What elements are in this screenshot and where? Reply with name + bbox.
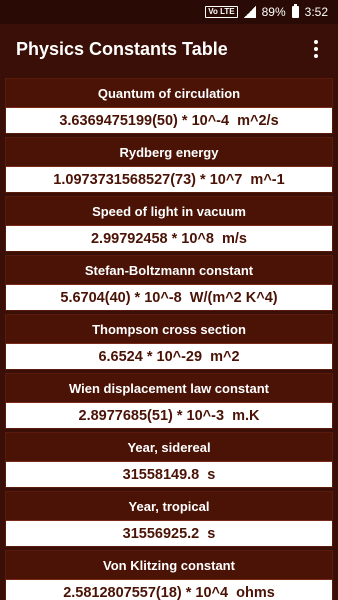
status-bar: Vo LTE 89% 3:52 — [0, 0, 338, 24]
battery-icon — [291, 4, 299, 18]
constant-name: Speed of light in vacuum — [6, 197, 332, 226]
constant-value: 31558149.8 s — [6, 462, 332, 487]
constant-card[interactable]: Quantum of circulation 3.6369475199(50) … — [5, 78, 333, 134]
battery-percent: 89% — [261, 5, 286, 19]
constant-card[interactable]: Wien displacement law constant 2.8977685… — [5, 373, 333, 429]
constant-card[interactable]: Stefan-Boltzmann constant 5.6704(40) * 1… — [5, 255, 333, 311]
constant-value: 2.8977685(51) * 10^-3 m.K — [6, 403, 332, 428]
constant-value: 31556925.2 s — [6, 521, 332, 546]
constant-name: Von Klitzing constant — [6, 551, 332, 580]
constant-card[interactable]: Year, sidereal 31558149.8 s — [5, 432, 333, 488]
constant-name: Rydberg energy — [6, 138, 332, 167]
constant-card[interactable]: Von Klitzing constant 2.5812807557(18) *… — [5, 550, 333, 600]
constant-name: Stefan-Boltzmann constant — [6, 256, 332, 285]
constant-name: Quantum of circulation — [6, 79, 332, 108]
constant-value: 5.6704(40) * 10^-8 W/(m^2 K^4) — [6, 285, 332, 310]
volte-badge: Vo LTE — [205, 6, 238, 18]
constant-card[interactable]: Rydberg energy 1.0973731568527(73) * 10^… — [5, 137, 333, 193]
constant-name: Thompson cross section — [6, 315, 332, 344]
constant-card[interactable]: Thompson cross section 6.6524 * 10^-29 m… — [5, 314, 333, 370]
signal-icon — [243, 6, 256, 18]
constant-name: Year, sidereal — [6, 433, 332, 462]
constant-value: 2.5812807557(18) * 10^4 ohms — [6, 580, 332, 600]
constant-value: 2.99792458 * 10^8 m/s — [6, 226, 332, 251]
constant-card[interactable]: Year, tropical 31556925.2 s — [5, 491, 333, 547]
app-bar: Physics Constants Table — [0, 24, 338, 74]
constant-name: Wien displacement law constant — [6, 374, 332, 403]
overflow-menu-icon[interactable] — [306, 37, 326, 61]
constants-list[interactable]: Quantum of circulation 3.6369475199(50) … — [0, 74, 338, 600]
constant-value: 6.6524 * 10^-29 m^2 — [6, 344, 332, 369]
app-title: Physics Constants Table — [16, 38, 228, 59]
constant-value: 1.0973731568527(73) * 10^7 m^-1 — [6, 167, 332, 192]
constant-name: Year, tropical — [6, 492, 332, 521]
constant-value: 3.6369475199(50) * 10^-4 m^2/s — [6, 108, 332, 133]
constant-card[interactable]: Speed of light in vacuum 2.99792458 * 10… — [5, 196, 333, 252]
clock: 3:52 — [304, 5, 328, 19]
